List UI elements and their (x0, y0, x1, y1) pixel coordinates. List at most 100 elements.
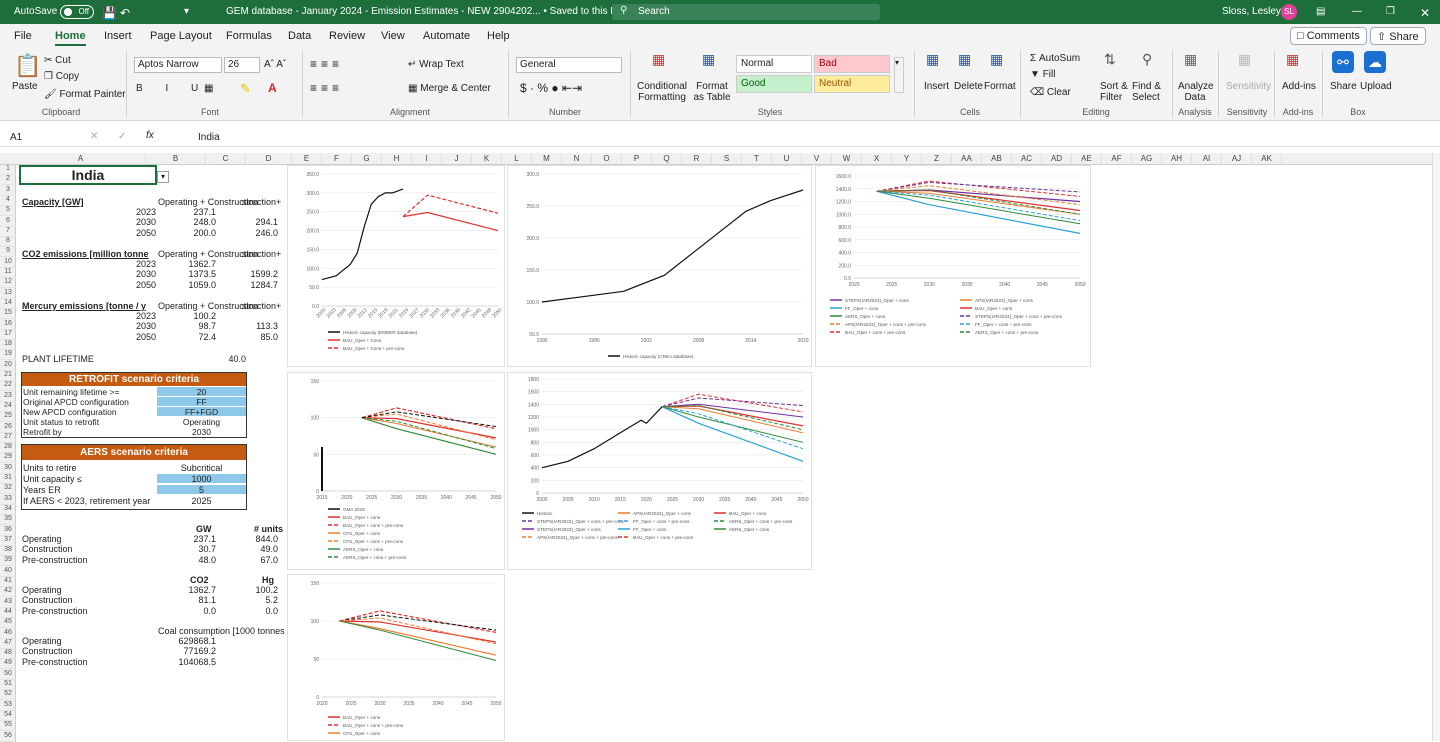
row-header[interactable]: 26 (0, 423, 16, 433)
analyze-data-icon[interactable]: ▦ (1184, 51, 1197, 68)
cancel-icon[interactable]: ✕ (90, 131, 98, 142)
chart-co2-historic-scenarios[interactable]: 0 200 400 600 800 1000 1200 1400 1600 1800 2000 200… (507, 372, 812, 570)
year-cell[interactable]: 2050 (116, 332, 156, 342)
criteria-value[interactable]: FF (157, 397, 246, 407)
row-header[interactable]: 24 (0, 402, 16, 412)
enter-icon[interactable]: ✓ (118, 131, 126, 142)
column-header[interactable]: X (862, 154, 892, 165)
row-header[interactable]: 47 (0, 639, 16, 649)
value-cell[interactable]: 104068.5 (176, 657, 216, 667)
value-cell[interactable]: 100.2 (176, 311, 216, 321)
row-header[interactable]: 1 (0, 165, 16, 175)
close-icon[interactable]: ✕ (1420, 6, 1430, 20)
row-header[interactable]: 30 (0, 464, 16, 474)
formula-input[interactable]: India (198, 132, 220, 143)
cell-a1-country[interactable]: India (19, 165, 157, 185)
value-cell[interactable]: 0.0 (176, 606, 216, 616)
row-header[interactable]: 13 (0, 289, 16, 299)
delete-cells-icon[interactable]: ▦ (958, 51, 971, 68)
column-header[interactable]: AC (1012, 154, 1042, 165)
value-cell[interactable]: 30.7 (176, 544, 216, 554)
row-header[interactable]: 49 (0, 659, 16, 670)
merge-center-button[interactable]: ▦ Merge & Center (408, 83, 491, 94)
column-header[interactable]: AH (1162, 154, 1192, 165)
column-header[interactable]: K (472, 154, 502, 165)
chart-capacity-crea[interactable]: 50.0 100.0 150.0 200.0 250.0 300.0 1990 1996 200… (507, 165, 812, 367)
value-cell[interactable]: 5.2 (238, 595, 278, 605)
dropdown-icon[interactable]: ▾ (157, 171, 169, 183)
undo-icon[interactable]: ↶ (120, 6, 130, 20)
value-cell[interactable]: 81.1 (176, 595, 216, 605)
value-cell[interactable]: 1599.2 (238, 269, 278, 279)
column-header[interactable]: S (712, 154, 742, 165)
copy-button[interactable]: ❐ Copy (44, 71, 79, 82)
column-header[interactable]: AB (982, 154, 1012, 165)
column-header[interactable]: R (682, 154, 712, 165)
insert-function-icon[interactable]: fx (146, 130, 154, 141)
column-header[interactable]: AK (1252, 154, 1282, 165)
value-cell[interactable]: 100.2 (238, 585, 278, 595)
clear-button[interactable]: ⌫ Clear (1030, 87, 1071, 98)
row-header[interactable]: 27 (0, 433, 16, 443)
upload-label[interactable]: Upload (1360, 81, 1392, 92)
chart-mercury-scenarios[interactable]: 0 50 100 150 2015 2020 2025 2030 2035 2040 2045 205… (287, 372, 505, 570)
delete-cells-label[interactable]: Delete (954, 81, 983, 92)
column-header[interactable]: AA (952, 154, 982, 165)
box-share-label[interactable]: Share (1330, 81, 1357, 92)
minimize-icon[interactable]: — (1352, 6, 1362, 17)
row-header[interactable]: 36 (0, 526, 16, 536)
format-painter-button[interactable]: 🖌 Format Painter (44, 89, 126, 100)
analyze-data-label[interactable]: Analyze Data (1178, 81, 1214, 103)
criteria-value[interactable]: Subcritical (157, 463, 246, 473)
save-icon[interactable]: 💾 (102, 6, 117, 20)
column-header[interactable]: N (562, 154, 592, 165)
criteria-value[interactable]: 2025 (157, 496, 246, 506)
row-header[interactable]: 22 (0, 381, 16, 392)
align-top-icons[interactable]: ≡≡≡ (310, 57, 343, 71)
tab-review[interactable]: Review (329, 30, 365, 42)
value-cell[interactable]: 294.1 (238, 217, 278, 227)
value-cell[interactable]: 67.0 (238, 555, 278, 565)
row-header[interactable]: 9 (0, 247, 16, 258)
column-header[interactable]: Y (892, 154, 922, 165)
row-header[interactable]: 56 (0, 732, 16, 742)
value-cell[interactable]: 1362.7 (176, 259, 216, 269)
row-header[interactable]: 42 (0, 587, 16, 598)
tab-insert[interactable]: Insert (104, 30, 132, 42)
fill-button[interactable]: ▼ Fill (1030, 69, 1055, 80)
year-cell[interactable]: 2050 (116, 228, 156, 238)
year-cell[interactable]: 2030 (116, 269, 156, 279)
paste-label[interactable]: Paste (12, 81, 38, 92)
style-bad[interactable]: Bad (814, 55, 890, 73)
row-header[interactable]: 54 (0, 711, 16, 721)
column-header[interactable]: AI (1192, 154, 1222, 165)
ribbon-display-icon[interactable]: ▤ (1316, 6, 1325, 17)
year-cell[interactable]: 2030 (116, 321, 156, 331)
font-size-select[interactable]: 26 (224, 57, 260, 73)
year-cell[interactable]: 2023 (116, 207, 156, 217)
column-header[interactable]: AD (1042, 154, 1072, 165)
criteria-value[interactable]: 20 (157, 387, 246, 397)
sensitivity-icon[interactable]: ▦ (1238, 51, 1251, 68)
cut-button[interactable]: ✂ Cut (44, 55, 71, 66)
find-select-label[interactable]: Find & Select (1132, 81, 1166, 103)
column-header[interactable]: G (352, 154, 382, 165)
column-header[interactable]: A (16, 154, 146, 165)
value-cell[interactable]: 1362.7 (176, 585, 216, 595)
find-select-icon[interactable]: ⚲ (1142, 51, 1152, 68)
value-cell[interactable]: 113.3 (238, 321, 278, 331)
conditional-formatting-icon[interactable]: ▦ (652, 51, 665, 68)
bold-italic-underline[interactable]: B I U (136, 83, 208, 94)
criteria-value[interactable]: Operating (157, 417, 246, 427)
row-header[interactable]: 28 (0, 443, 16, 454)
number-format-icons[interactable]: $ · % ● ⇤⇥ (520, 81, 582, 95)
value-cell[interactable]: 237.1 (176, 534, 216, 544)
avatar[interactable]: SL (1281, 4, 1297, 20)
row-header[interactable]: 15 (0, 309, 16, 320)
column-header[interactable]: AF (1102, 154, 1132, 165)
row-header[interactable]: 31 (0, 474, 16, 484)
row-header[interactable]: 12 (0, 278, 16, 289)
format-as-table-label[interactable]: Format as Table (690, 81, 734, 103)
value-cell[interactable]: 629868.1 (176, 636, 216, 646)
plant-lifetime-value[interactable]: 40.0 (206, 354, 246, 364)
